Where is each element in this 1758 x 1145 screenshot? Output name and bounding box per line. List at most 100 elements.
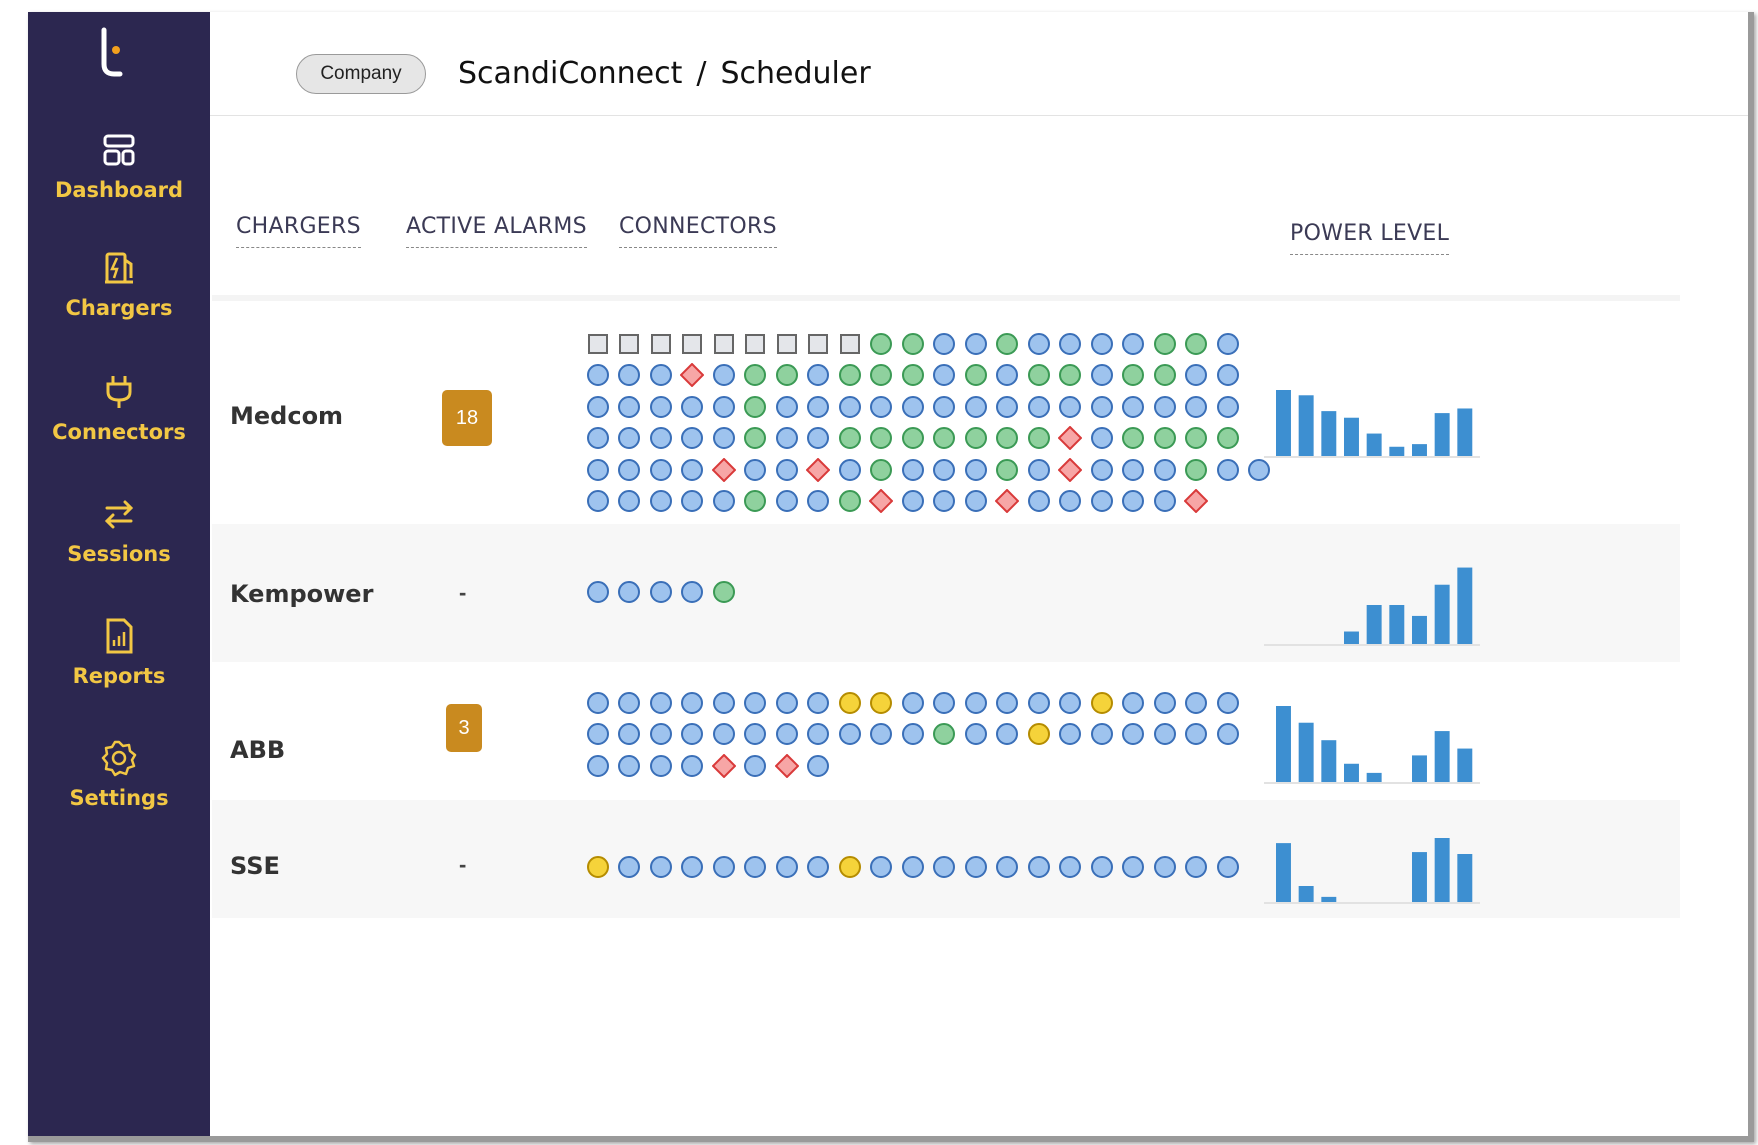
connector-available-icon[interactable] bbox=[740, 750, 772, 782]
connector-available-icon[interactable] bbox=[992, 687, 1024, 719]
connector-warning-icon[interactable] bbox=[582, 851, 614, 883]
connector-available-icon[interactable] bbox=[582, 486, 614, 518]
column-header-power-level[interactable]: POWER LEVEL bbox=[1290, 221, 1450, 255]
connector-available-icon[interactable] bbox=[645, 391, 677, 423]
connector-available-icon[interactable] bbox=[1244, 454, 1276, 486]
connector-available-icon[interactable] bbox=[1212, 360, 1244, 392]
connector-available-icon[interactable] bbox=[866, 391, 898, 423]
column-header-chargers[interactable]: CHARGERS bbox=[236, 214, 361, 248]
connector-available-icon[interactable] bbox=[803, 391, 835, 423]
connector-charging-icon[interactable] bbox=[834, 360, 866, 392]
sidebar-item-sessions[interactable]: Sessions bbox=[28, 494, 210, 566]
connector-available-icon[interactable] bbox=[677, 454, 709, 486]
sidebar-item-connectors[interactable]: Connectors bbox=[28, 372, 210, 444]
connector-available-icon[interactable] bbox=[614, 687, 646, 719]
sidebar-item-reports[interactable]: Reports bbox=[28, 616, 210, 688]
connector-charging-icon[interactable] bbox=[992, 328, 1024, 360]
connector-available-icon[interactable] bbox=[1118, 719, 1150, 751]
connector-available-icon[interactable] bbox=[582, 360, 614, 392]
connector-available-icon[interactable] bbox=[1023, 454, 1055, 486]
connector-available-icon[interactable] bbox=[960, 486, 992, 518]
connector-available-icon[interactable] bbox=[645, 360, 677, 392]
connector-available-icon[interactable] bbox=[1118, 687, 1150, 719]
connector-offline-icon[interactable] bbox=[771, 328, 803, 360]
connector-warning-icon[interactable] bbox=[834, 687, 866, 719]
connector-available-icon[interactable] bbox=[803, 687, 835, 719]
connector-available-icon[interactable] bbox=[1212, 719, 1244, 751]
connector-available-icon[interactable] bbox=[929, 391, 961, 423]
connector-available-icon[interactable] bbox=[960, 851, 992, 883]
connector-available-icon[interactable] bbox=[614, 719, 646, 751]
connector-charging-icon[interactable] bbox=[1181, 423, 1213, 455]
connector-available-icon[interactable] bbox=[897, 391, 929, 423]
connector-available-icon[interactable] bbox=[1149, 851, 1181, 883]
connector-available-icon[interactable] bbox=[929, 851, 961, 883]
connector-available-icon[interactable] bbox=[1212, 851, 1244, 883]
connector-charging-icon[interactable] bbox=[929, 719, 961, 751]
connector-available-icon[interactable] bbox=[929, 328, 961, 360]
connector-fault-icon[interactable] bbox=[1181, 486, 1213, 518]
connector-charging-icon[interactable] bbox=[1023, 360, 1055, 392]
connector-charging-icon[interactable] bbox=[1023, 423, 1055, 455]
connector-available-icon[interactable] bbox=[645, 576, 677, 608]
connector-available-icon[interactable] bbox=[614, 454, 646, 486]
connector-offline-icon[interactable] bbox=[740, 328, 772, 360]
connector-available-icon[interactable] bbox=[1086, 454, 1118, 486]
sidebar-item-settings[interactable]: Settings bbox=[28, 738, 210, 810]
connector-available-icon[interactable] bbox=[1086, 719, 1118, 751]
connector-available-icon[interactable] bbox=[582, 391, 614, 423]
connector-available-icon[interactable] bbox=[677, 851, 709, 883]
connector-available-icon[interactable] bbox=[1023, 687, 1055, 719]
connector-available-icon[interactable] bbox=[740, 851, 772, 883]
connector-available-icon[interactable] bbox=[1181, 360, 1213, 392]
connector-charging-icon[interactable] bbox=[992, 423, 1024, 455]
connector-available-icon[interactable] bbox=[803, 423, 835, 455]
connector-fault-icon[interactable] bbox=[708, 750, 740, 782]
connector-available-icon[interactable] bbox=[1118, 328, 1150, 360]
connector-offline-icon[interactable] bbox=[834, 328, 866, 360]
connector-charging-icon[interactable] bbox=[1055, 360, 1087, 392]
table-row[interactable]: SSE - bbox=[212, 800, 1680, 918]
connector-available-icon[interactable] bbox=[771, 454, 803, 486]
connector-available-icon[interactable] bbox=[834, 454, 866, 486]
connector-available-icon[interactable] bbox=[1118, 391, 1150, 423]
connector-available-icon[interactable] bbox=[645, 750, 677, 782]
connector-available-icon[interactable] bbox=[645, 486, 677, 518]
charger-name[interactable]: ABB bbox=[230, 736, 285, 764]
connector-warning-icon[interactable] bbox=[866, 687, 898, 719]
connector-charging-icon[interactable] bbox=[1118, 360, 1150, 392]
connector-available-icon[interactable] bbox=[1149, 687, 1181, 719]
connector-available-icon[interactable] bbox=[1149, 454, 1181, 486]
connector-charging-icon[interactable] bbox=[1118, 423, 1150, 455]
connector-available-icon[interactable] bbox=[645, 423, 677, 455]
connector-charging-icon[interactable] bbox=[897, 423, 929, 455]
connector-charging-icon[interactable] bbox=[740, 486, 772, 518]
connector-fault-icon[interactable] bbox=[866, 486, 898, 518]
connector-available-icon[interactable] bbox=[645, 687, 677, 719]
connector-available-icon[interactable] bbox=[897, 687, 929, 719]
connector-available-icon[interactable] bbox=[1181, 851, 1213, 883]
connector-charging-icon[interactable] bbox=[771, 360, 803, 392]
connector-available-icon[interactable] bbox=[992, 719, 1024, 751]
connector-available-icon[interactable] bbox=[1086, 851, 1118, 883]
sidebar-item-chargers[interactable]: Chargers bbox=[28, 248, 210, 320]
connector-fault-icon[interactable] bbox=[1055, 423, 1087, 455]
connector-available-icon[interactable] bbox=[1181, 391, 1213, 423]
connector-available-icon[interactable] bbox=[1055, 851, 1087, 883]
connector-available-icon[interactable] bbox=[677, 687, 709, 719]
connector-available-icon[interactable] bbox=[677, 576, 709, 608]
connector-charging-icon[interactable] bbox=[960, 360, 992, 392]
company-selector-button[interactable]: Company bbox=[296, 54, 426, 94]
connector-available-icon[interactable] bbox=[960, 687, 992, 719]
connector-available-icon[interactable] bbox=[582, 719, 614, 751]
connector-charging-icon[interactable] bbox=[992, 454, 1024, 486]
connector-available-icon[interactable] bbox=[771, 719, 803, 751]
connector-charging-icon[interactable] bbox=[960, 423, 992, 455]
connector-fault-icon[interactable] bbox=[771, 750, 803, 782]
connector-available-icon[interactable] bbox=[1149, 486, 1181, 518]
connector-warning-icon[interactable] bbox=[834, 851, 866, 883]
connector-available-icon[interactable] bbox=[614, 486, 646, 518]
connector-available-icon[interactable] bbox=[1055, 719, 1087, 751]
connector-available-icon[interactable] bbox=[645, 454, 677, 486]
connector-available-icon[interactable] bbox=[771, 391, 803, 423]
